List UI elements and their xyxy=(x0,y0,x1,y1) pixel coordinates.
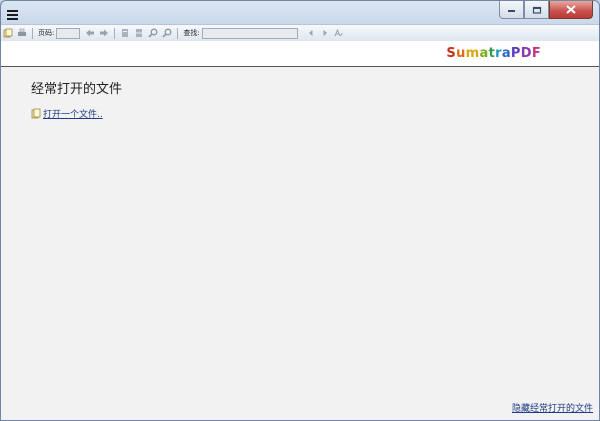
close-icon xyxy=(566,5,576,14)
find-next-icon[interactable] xyxy=(320,28,330,38)
find-label: 查找: xyxy=(183,29,200,37)
title-bar xyxy=(1,1,599,24)
print-icon[interactable] xyxy=(17,28,27,38)
logo-letter: S xyxy=(446,46,457,61)
match-case-icon[interactable] xyxy=(334,28,344,38)
find-input[interactable] xyxy=(201,27,298,39)
logo-bar: SumatraPDF xyxy=(1,41,599,67)
hide-frequently-read-link[interactable]: 隐藏经常打开的文件 xyxy=(512,401,593,414)
back-icon[interactable] xyxy=(85,28,95,38)
page-number-input[interactable] xyxy=(56,27,81,39)
facing-pages-icon[interactable] xyxy=(134,28,144,38)
window-controls xyxy=(499,1,593,19)
logo-letter: m xyxy=(465,46,480,61)
open-document-row[interactable]: 打开一个文件.. xyxy=(31,107,103,120)
open-document-icon xyxy=(31,108,41,119)
logo-letter: F xyxy=(531,46,541,61)
app-window: 页码: 查找: SumatraPDF 经常打开的文件 打开一个文件.. 隐藏经常… xyxy=(0,0,600,421)
logo-letter: a xyxy=(501,46,511,61)
toolbar-separator xyxy=(114,27,116,39)
toolbar-separator xyxy=(32,27,33,39)
minimize-icon xyxy=(508,10,515,12)
toolbar-separator xyxy=(177,27,179,39)
logo-letter: a xyxy=(479,46,489,61)
zoom-in-icon[interactable] xyxy=(162,28,172,38)
logo-letter: r xyxy=(495,46,502,61)
zoom-out-icon[interactable] xyxy=(148,28,158,38)
minimize-button[interactable] xyxy=(499,1,524,19)
toolbar: 页码: 查找: xyxy=(1,24,599,42)
start-page: 经常打开的文件 打开一个文件.. 隐藏经常打开的文件 xyxy=(1,67,599,420)
logo-letter: D xyxy=(520,46,532,61)
frequently-read-heading: 经常打开的文件 xyxy=(31,82,123,97)
close-button[interactable] xyxy=(549,1,593,19)
logo-letter: u xyxy=(456,46,466,61)
hamburger-menu-icon[interactable] xyxy=(7,10,18,21)
page-label: 页码: xyxy=(38,29,55,37)
forward-icon[interactable] xyxy=(99,28,109,38)
sumatrapdf-logo: SumatraPDF xyxy=(446,46,541,61)
maximize-icon xyxy=(532,6,541,14)
open-file-icon[interactable] xyxy=(3,28,13,38)
single-page-icon[interactable] xyxy=(120,28,130,38)
maximize-button[interactable] xyxy=(524,1,549,19)
logo-letter: P xyxy=(510,46,521,61)
open-document-link[interactable]: 打开一个文件.. xyxy=(43,107,103,120)
find-previous-icon[interactable] xyxy=(306,28,316,38)
